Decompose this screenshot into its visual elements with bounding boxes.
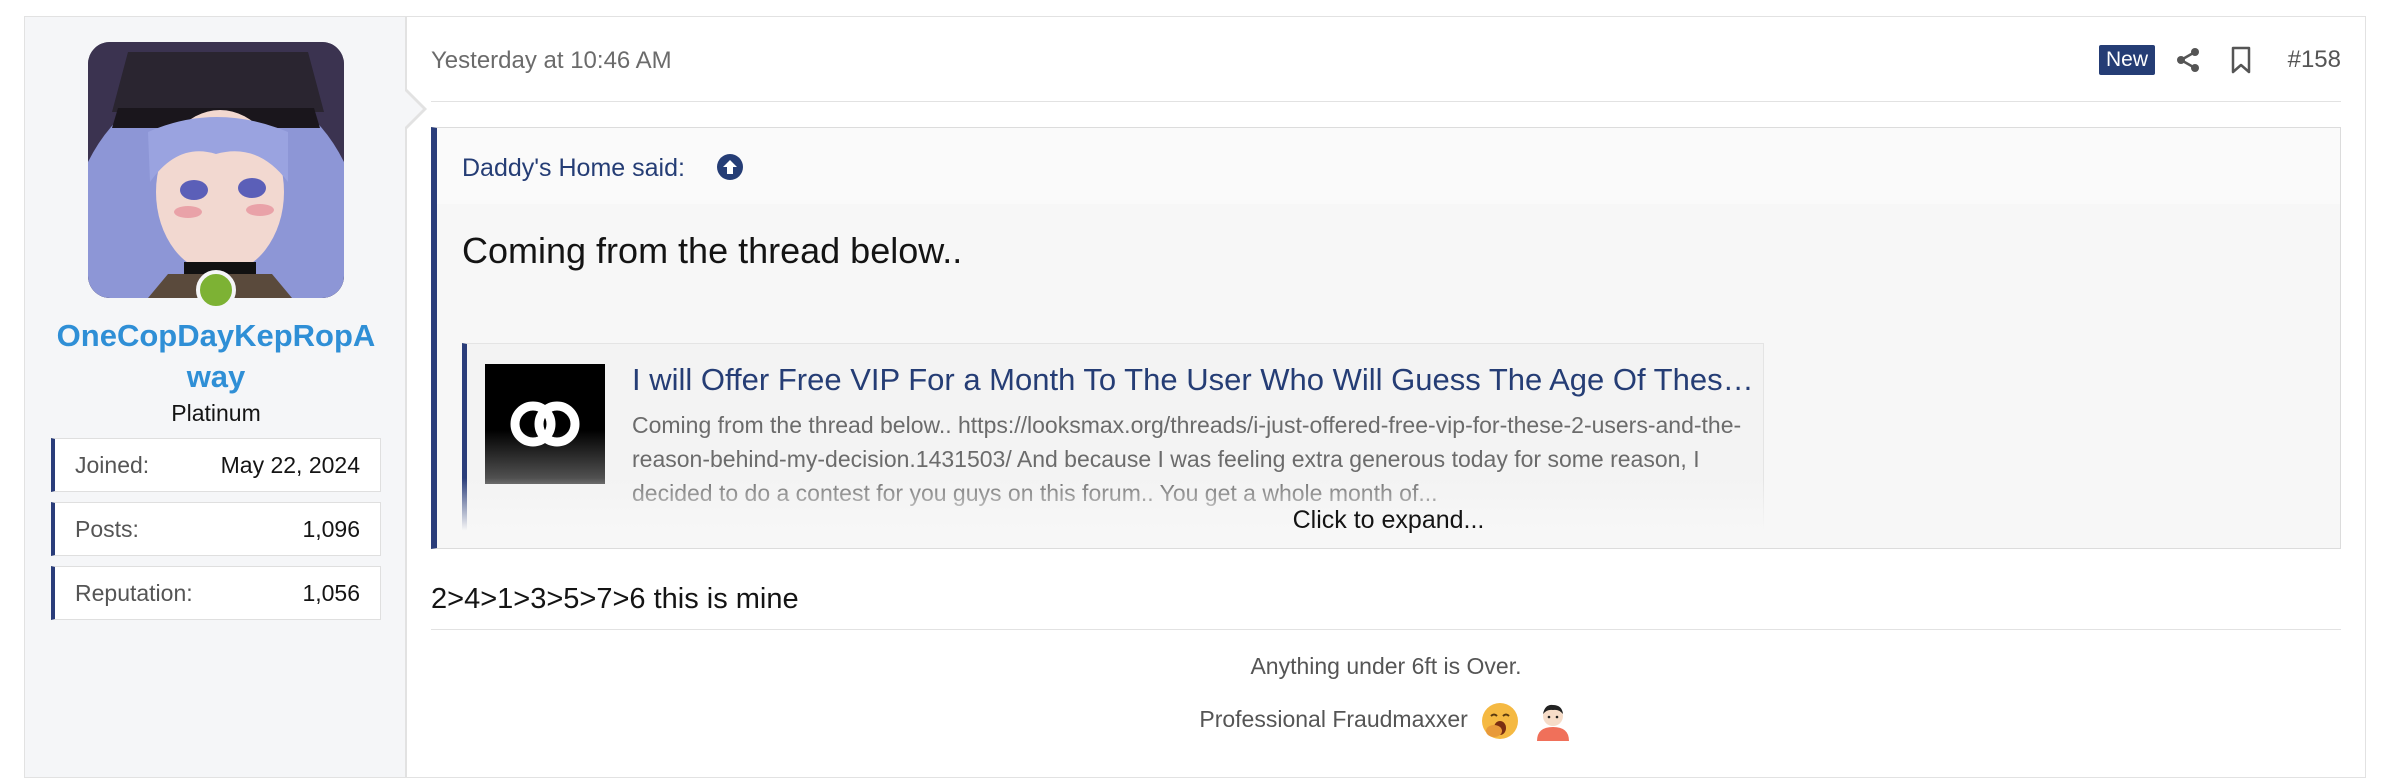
post-date[interactable]: Yesterday at 10:46 AM xyxy=(431,47,672,75)
stat-label: Joined: xyxy=(75,451,150,478)
arrow-up-circle-icon[interactable] xyxy=(715,152,745,182)
yawning-face-icon xyxy=(1480,701,1520,741)
post-pointer-arrow xyxy=(403,87,427,131)
bookmark-icon[interactable] xyxy=(2229,45,2253,75)
stat-value: 1,096 xyxy=(302,515,360,542)
stat-label: Posts: xyxy=(75,515,139,542)
username[interactable]: OneCopDayKepRopAway xyxy=(55,315,377,397)
post-meta-bar: Yesterday at 10:46 AM New #158 xyxy=(431,17,2341,102)
signature-text: Professional Fraudmaxxer xyxy=(1199,706,1468,733)
stat-joined: Joined: May 22, 2024 xyxy=(51,438,381,492)
quote-header: Daddy's Home said: xyxy=(437,128,2340,204)
click-to-expand[interactable]: Click to expand... xyxy=(437,506,2340,535)
signature-line-1: Anything under 6ft is Over. xyxy=(1250,653,1522,679)
site-logo-icon xyxy=(485,364,605,484)
stat-posts: Posts: 1,096 xyxy=(51,502,381,556)
user-sidebar: OneCopDayKepRopAway Platinum Joined: May… xyxy=(25,17,407,777)
signature-divider xyxy=(431,629,2341,630)
quote-author-link[interactable]: Daddy's Home said: xyxy=(462,154,685,183)
stat-label: Reputation: xyxy=(75,579,193,606)
person-icon xyxy=(1533,701,1573,741)
user-avatar[interactable] xyxy=(88,42,344,298)
post-number-link[interactable]: #158 xyxy=(2288,46,2341,74)
signature-line-2: Professional Fraudmaxxer xyxy=(431,701,2341,741)
quote-block: Daddy's Home said: Coming from the threa… xyxy=(431,127,2341,549)
online-status-indicator xyxy=(196,270,236,310)
post-body: 2>4>1>3>5>7>6 this is mine xyxy=(431,583,799,615)
user-title: Platinum xyxy=(171,400,261,426)
share-icon[interactable] xyxy=(2175,47,2201,73)
stat-value: May 22, 2024 xyxy=(220,451,360,478)
stat-value: 1,056 xyxy=(302,579,360,606)
quote-text: Coming from the thread below.. xyxy=(462,230,963,271)
new-badge: New xyxy=(2098,45,2155,75)
forum-post: OneCopDayKepRopAway Platinum Joined: May… xyxy=(24,16,2366,778)
stat-reputation: Reputation: 1,056 xyxy=(51,566,381,620)
link-preview-title[interactable]: I will Offer Free VIP For a Month To The… xyxy=(632,362,1757,398)
